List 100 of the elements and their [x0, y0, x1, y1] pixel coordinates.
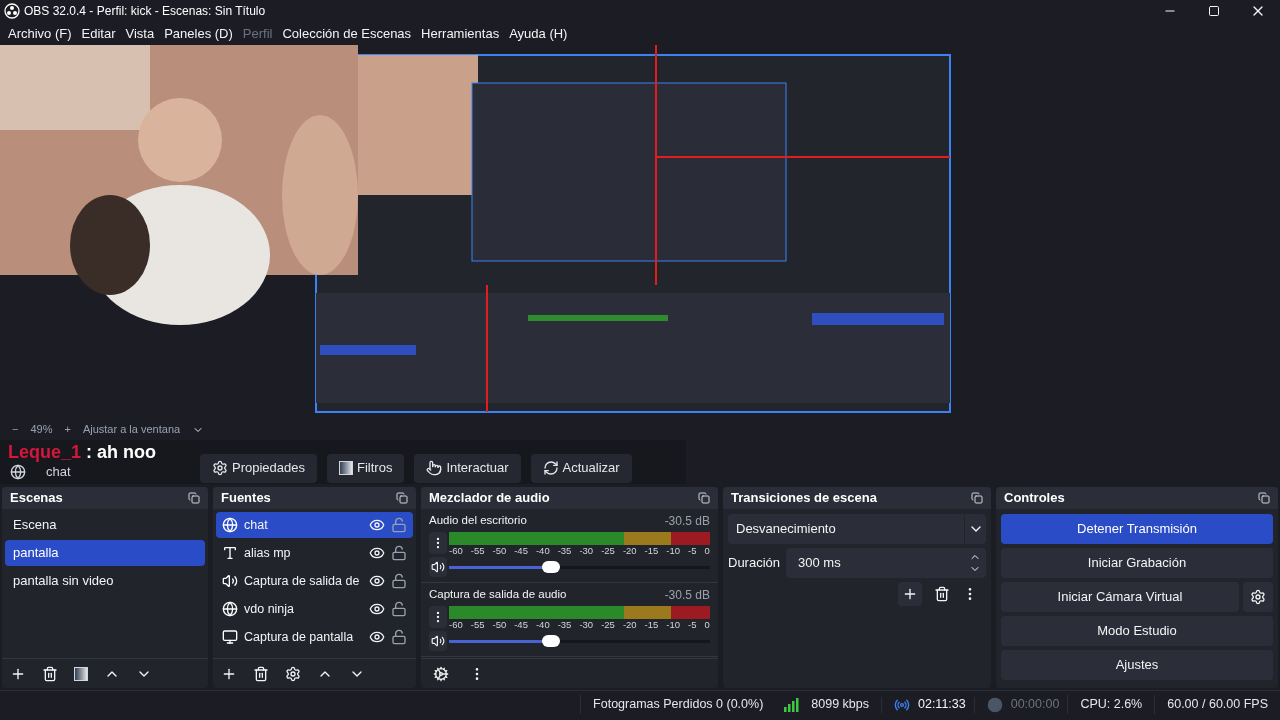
speaker-icon [222, 573, 238, 589]
panel-title: Escenas [10, 489, 63, 508]
panel-title: Controles [1004, 489, 1065, 508]
control-button[interactable]: Iniciar Cámara Virtual [1001, 582, 1239, 612]
menu-item[interactable]: Ayuda (H) [505, 23, 572, 44]
scene-item[interactable]: pantalla [5, 540, 205, 566]
globe-icon [222, 517, 238, 533]
scene-item[interactable]: Escena [5, 512, 205, 538]
meter-tick-label: -35 [557, 619, 572, 630]
toolbar-button[interactable]: Propiedades [200, 453, 317, 483]
meter-tick-label: -35 [557, 545, 572, 556]
duration-field[interactable]: 300 ms [786, 548, 986, 578]
menu-item[interactable]: Vista [121, 23, 159, 44]
settings-button[interactable] [1243, 582, 1273, 612]
source-label: chat [244, 516, 269, 534]
meter-tick-label: -50 [492, 619, 507, 630]
control-button[interactable]: Detener Transmisión [1001, 514, 1273, 544]
record-icon [986, 696, 1003, 713]
meter-tick-label: 0 [704, 619, 710, 630]
source-item[interactable]: Captura de pantalla [216, 624, 413, 650]
panel-title: Mezclador de audio [429, 489, 550, 508]
settings-icon[interactable] [285, 665, 301, 682]
unlock-icon[interactable] [391, 545, 407, 561]
trash-icon[interactable] [253, 665, 269, 682]
menu-item[interactable]: Paneles (D) [160, 23, 237, 44]
eye-icon[interactable] [369, 601, 385, 617]
control-button[interactable]: Iniciar Grabación [1001, 548, 1273, 578]
add-button[interactable] [898, 582, 922, 606]
eye-icon[interactable] [369, 629, 385, 645]
meter-tick-label: -15 [644, 619, 659, 630]
undock-icon[interactable] [971, 492, 983, 504]
globe-icon [222, 601, 238, 617]
eye-icon[interactable] [369, 517, 385, 533]
undock-icon[interactable] [1258, 492, 1270, 504]
signal-icon [783, 696, 800, 713]
eye-icon[interactable] [369, 545, 385, 561]
fit-to-window-dropdown[interactable]: Ajustar a la ventana [82, 421, 181, 438]
zoom-out-button[interactable]: − [12, 421, 19, 438]
unlock-icon[interactable] [391, 629, 407, 645]
source-item[interactable]: vdo ninja [216, 596, 413, 622]
meter-tick-label: -25 [601, 619, 615, 630]
meter-tick-label: -45 [514, 545, 528, 556]
source-label: alias mp [244, 544, 292, 562]
settings-icon[interactable] [433, 665, 449, 682]
meter-tick-label: -20 [622, 545, 637, 556]
maximize-icon [1208, 5, 1220, 17]
menu-item[interactable]: Archivo (F) [4, 23, 76, 44]
channel-menu-button[interactable] [429, 532, 447, 554]
speaker-icon [431, 634, 445, 648]
cpu-usage: CPU: 2.6% [1067, 695, 1155, 714]
slider-thumb[interactable] [541, 635, 560, 647]
transition-dropdown[interactable]: Desvanecimiento [728, 514, 986, 544]
zoom-level: 49% [30, 422, 53, 438]
volume-slider[interactable] [449, 634, 710, 648]
toolbar-button[interactable]: Filtros [327, 453, 405, 483]
meter-tick-label: -60 [449, 545, 463, 556]
undock-icon[interactable] [698, 492, 710, 504]
meter-tick-label: -10 [666, 619, 681, 630]
meter-tick-label: -55 [470, 545, 485, 556]
meter-tick-label: -25 [601, 545, 615, 556]
menu-item[interactable]: Colección de Escenas [278, 23, 416, 44]
source-item[interactable]: chat [216, 512, 413, 538]
chat-username: Leque_1 [8, 442, 82, 463]
window-title: OBS 32.0.4 - Perfil: kick - Escenas: Sin Título [24, 3, 266, 20]
menu-item[interactable]: Editar [77, 23, 120, 44]
unlock-icon[interactable] [391, 573, 407, 589]
control-button[interactable]: Ajustes [1001, 650, 1273, 680]
trash-icon[interactable] [934, 586, 950, 602]
undock-icon[interactable] [188, 492, 200, 504]
scene-item[interactable]: pantalla sin video [5, 568, 205, 594]
menu-item[interactable]: Herramientas [417, 23, 504, 44]
source-item[interactable]: Captura de salida de [216, 568, 413, 594]
mute-button[interactable] [429, 557, 447, 577]
control-button[interactable]: Modo Estudio [1001, 616, 1273, 646]
slider-thumb[interactable] [541, 561, 560, 573]
meter-tick-label: -40 [535, 545, 550, 556]
speaker-icon [431, 560, 445, 574]
volume-slider[interactable] [449, 560, 710, 574]
trash-icon[interactable] [42, 665, 58, 682]
toolbar-button[interactable]: Interactuar [414, 453, 521, 483]
filter-icon[interactable] [74, 666, 88, 681]
unlock-icon[interactable] [391, 517, 407, 533]
undock-icon[interactable] [396, 492, 408, 504]
toolbar-button[interactable]: Actualizar [530, 453, 632, 483]
meter-tick-label: -5 [688, 619, 697, 630]
eye-icon[interactable] [369, 573, 385, 589]
fps: 60.00 / 60.00 FPS [1154, 695, 1280, 714]
meter-tick-label: -55 [470, 619, 485, 630]
channel-menu-button[interactable] [429, 606, 447, 628]
mute-button[interactable] [429, 631, 447, 651]
source-item[interactable]: alias mp [216, 540, 413, 566]
duration-label: Duración [728, 554, 781, 573]
app-logo [4, 3, 20, 19]
meter-tick-label: -5 [688, 545, 697, 556]
dropped-frames: Fotogramas Perdidos 0 (0.0%) [580, 695, 776, 714]
zoom-in-button[interactable]: + [64, 421, 71, 438]
meter-tick-label: -60 [449, 619, 463, 630]
unlock-icon[interactable] [391, 601, 407, 617]
panel-title: Fuentes [221, 489, 271, 508]
channel-name: Audio del escritorio [429, 513, 527, 528]
